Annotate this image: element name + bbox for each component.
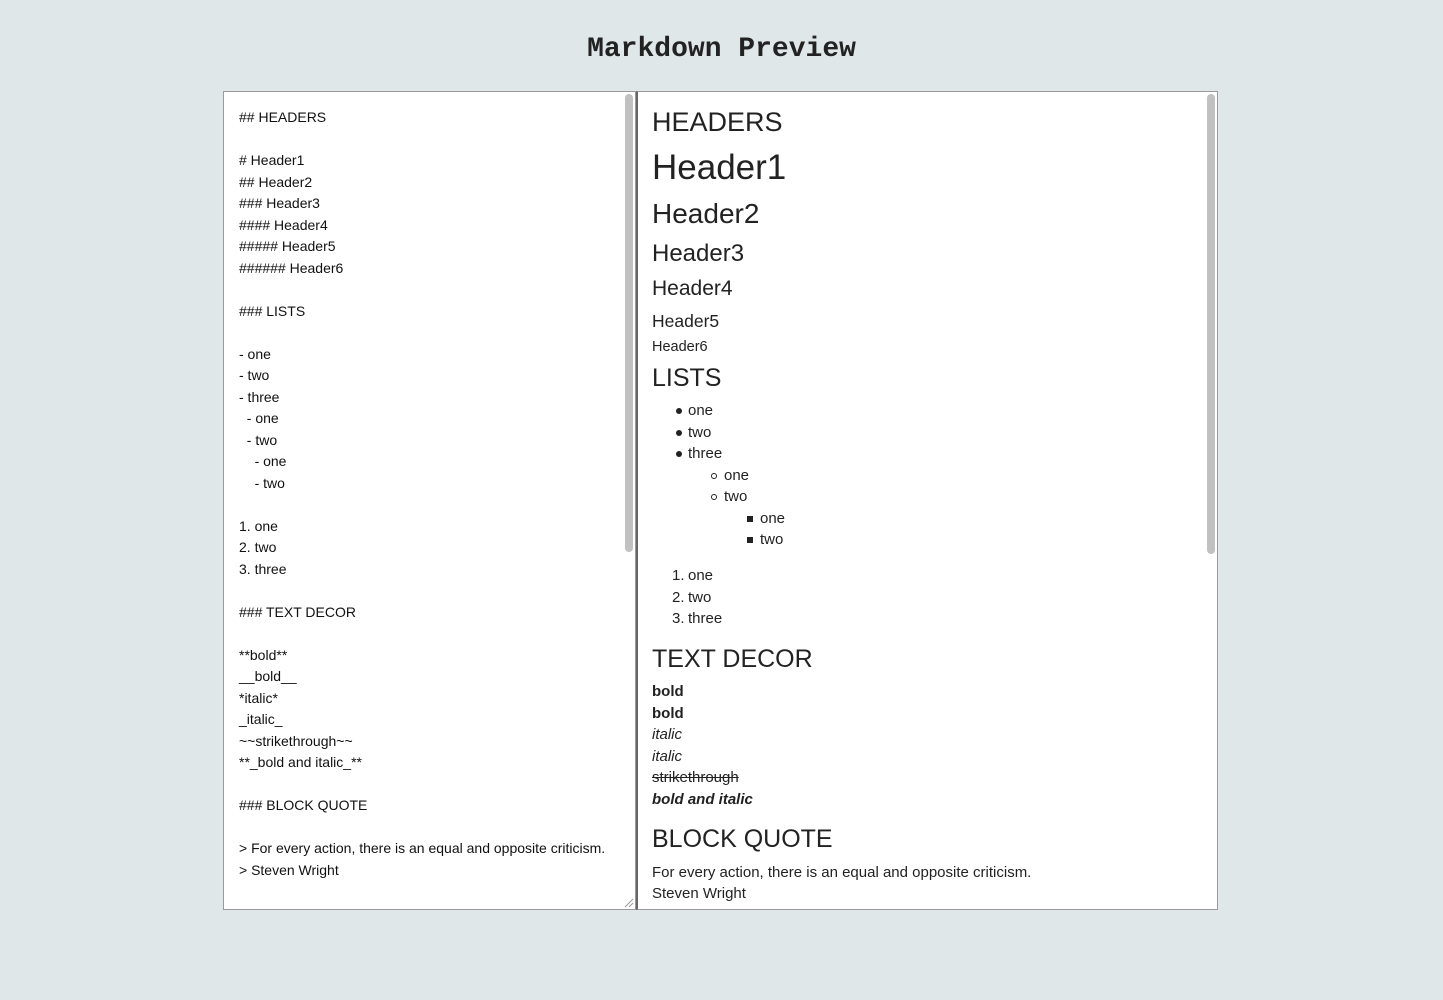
bold-italic-text: bold and italic	[652, 791, 753, 808]
resize-handle-icon[interactable]	[622, 896, 634, 908]
markdown-editor[interactable]: ## HEADERS # Header1 ## Header2 ### Head…	[223, 91, 636, 910]
strikethrough-text: strikethrough	[652, 769, 739, 786]
list-item: one	[760, 510, 786, 527]
editor-textarea[interactable]: ## HEADERS # Header1 ## Header2 ### Head…	[239, 107, 619, 881]
preview-decor-title: TEXT DECOR	[652, 645, 813, 673]
preview-lists-title: LISTS	[652, 364, 722, 392]
blockquote-line: For every action, there is an equal and …	[652, 864, 1032, 881]
italic-text: italic	[652, 726, 683, 743]
ordered-list-item: two	[688, 589, 712, 606]
preview-header1: Header1	[652, 148, 787, 187]
list-item: one	[724, 467, 750, 484]
preview-header4: Header4	[652, 277, 733, 300]
preview-header2: Header2	[652, 198, 760, 229]
preview-header5: Header5	[652, 311, 720, 331]
bullet-disc-icon	[676, 430, 682, 436]
preview-scrollbar[interactable]	[1207, 94, 1215, 554]
blockquote-line: Steven Wright	[652, 885, 746, 902]
bullet-circle-icon	[711, 494, 717, 500]
preview-header6: Header6	[652, 339, 708, 355]
ordered-list-number: 2.	[672, 589, 685, 606]
list-item: three	[688, 445, 723, 462]
editor-scrollbar[interactable]	[625, 94, 633, 552]
bold-text: bold	[652, 683, 684, 700]
bullet-disc-icon	[676, 451, 682, 457]
list-item: one	[688, 402, 714, 419]
bullet-square-icon	[747, 537, 753, 543]
preview-header3: Header3	[652, 240, 745, 267]
preview-headers-title: HEADERS	[652, 107, 783, 137]
markdown-preview: HEADERS Header1 Header2 Header3 Header4 …	[636, 91, 1218, 910]
bullet-disc-icon	[676, 408, 682, 414]
page-title: Markdown Preview	[587, 34, 856, 65]
list-item: two	[688, 424, 712, 441]
ordered-list-item: three	[688, 610, 723, 627]
ordered-list-number: 3.	[672, 610, 685, 627]
list-item: two	[724, 488, 748, 505]
bullet-circle-icon	[711, 473, 717, 479]
bullet-square-icon	[747, 516, 753, 522]
preview-quote-title: BLOCK QUOTE	[652, 825, 833, 853]
ordered-list-item: one	[688, 567, 714, 584]
bold-text: bold	[652, 705, 684, 722]
italic-text: italic	[652, 748, 683, 765]
list-item: two	[760, 531, 784, 548]
ordered-list-number: 1.	[672, 567, 685, 584]
